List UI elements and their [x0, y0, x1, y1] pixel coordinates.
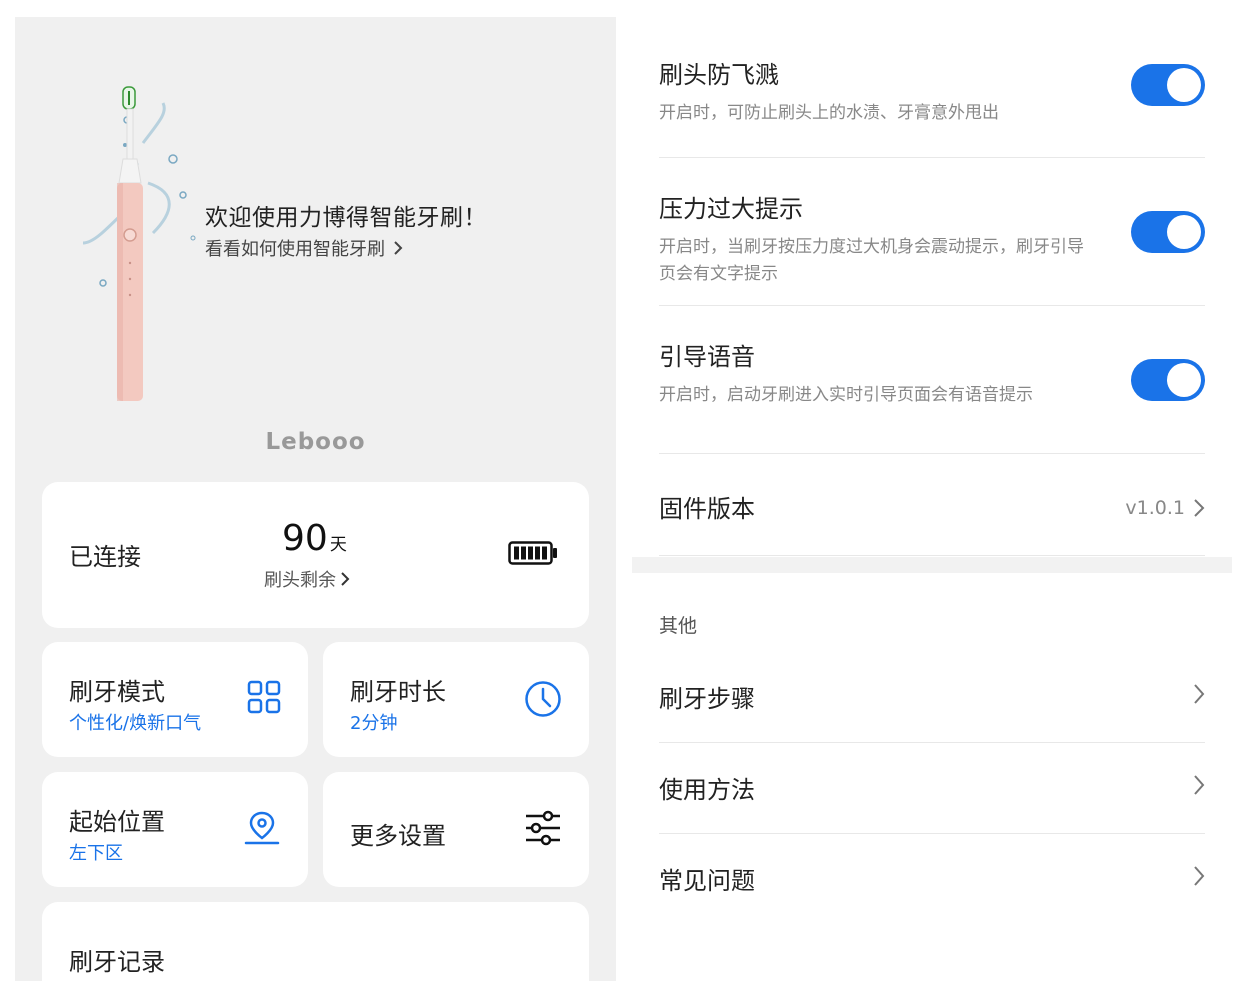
head-days-remaining: 90 天 — [282, 518, 347, 559]
connection-status: 已连接 — [69, 543, 141, 571]
location-pin-icon — [244, 811, 280, 845]
firmware-version-title: 固件版本 — [659, 495, 755, 523]
start-position-title: 起始位置 — [69, 808, 165, 836]
brush-records-title: 刷牙记录 — [69, 948, 165, 976]
start-position-tile[interactable]: 起始位置 左下区 — [42, 772, 308, 887]
chevron-right-icon — [1194, 866, 1205, 886]
status-card: 已连接 90 天 刷头剩余 — [42, 482, 589, 628]
more-settings-tile[interactable]: 更多设置 — [323, 772, 589, 887]
head-remaining-label: 刷头剩余 — [264, 570, 336, 591]
welcome-title: 欢迎使用力博得智能牙刷！ — [205, 205, 487, 231]
toggle-knob — [1167, 68, 1201, 102]
brush-steps-item[interactable]: 刷牙步骤 — [659, 677, 1205, 717]
settings-panel: 刷头防飞溅 开启时，可防止刷头上的水渍、牙膏意外甩出 压力过大提示 开启时，当刷… — [632, 17, 1232, 981]
voice-guide-desc: 开启时，启动牙刷进入实时引导页面会有语音提示 — [659, 385, 1033, 405]
divider — [659, 833, 1205, 834]
more-settings-title: 更多设置 — [350, 822, 446, 850]
brush-duration-tile[interactable]: 刷牙时长 2分钟 — [323, 642, 589, 757]
grid-icon — [247, 680, 281, 714]
pressure-alert-desc: 开启时，当刷牙按压力度过大机身会震动提示，刷牙引导页会有文字提示 — [659, 237, 1084, 284]
section-separator — [632, 557, 1232, 573]
divider — [659, 453, 1205, 454]
firmware-version-row[interactable]: 固件版本 v1.0.1 — [659, 489, 1205, 529]
brush-mode-title: 刷牙模式 — [69, 678, 165, 706]
splash-guard-desc: 开启时，可防止刷头上的水渍、牙膏意外甩出 — [659, 103, 999, 123]
pressure-alert-setting: 压力过大提示 开启时，当刷牙按压力度过大机身会震动提示，刷牙引导页会有文字提示 — [659, 189, 1205, 288]
clock-icon — [525, 681, 561, 717]
brush-mode-tile[interactable]: 刷牙模式 个性化/焕新口气 — [42, 642, 308, 757]
splash-guard-setting: 刷头防飞溅 开启时，可防止刷头上的水渍、牙膏意外甩出 — [659, 55, 1205, 127]
chevron-right-icon — [341, 572, 350, 586]
chevron-right-icon — [394, 241, 403, 255]
brand-logo: Lebooo — [265, 429, 366, 455]
voice-guide-toggle[interactable] — [1131, 359, 1205, 401]
firmware-version-value: v1.0.1 — [1125, 497, 1185, 519]
days-unit: 天 — [329, 535, 347, 555]
battery-icon — [508, 541, 557, 565]
start-position-value: 左下区 — [69, 843, 123, 864]
divider — [659, 555, 1205, 556]
brush-mode-value: 个性化/焕新口气 — [69, 713, 202, 734]
faq-item[interactable]: 常见问题 — [659, 859, 1205, 899]
pressure-alert-toggle[interactable] — [1131, 211, 1205, 253]
brush-duration-title: 刷牙时长 — [350, 678, 446, 706]
usage-method-label: 使用方法 — [659, 776, 755, 804]
voice-guide-setting: 引导语音 开启时，启动牙刷进入实时引导页面会有语音提示 — [659, 337, 1205, 409]
divider — [659, 305, 1205, 306]
other-section-title: 其他 — [659, 615, 698, 637]
divider — [659, 157, 1205, 158]
splash-guard-title: 刷头防飞溅 — [659, 61, 779, 89]
firmware-version-value-group: v1.0.1 — [1125, 497, 1205, 519]
chevron-right-icon — [1194, 775, 1205, 795]
splash-guard-toggle[interactable] — [1131, 64, 1205, 106]
device-panel: 欢迎使用力博得智能牙刷！ 看看如何使用智能牙刷 Lebooo 已连接 90 天 刷… — [15, 17, 616, 981]
usage-method-item[interactable]: 使用方法 — [659, 768, 1205, 808]
toothbrush-image — [82, 83, 203, 405]
voice-guide-title: 引导语音 — [659, 343, 755, 371]
faq-label: 常见问题 — [659, 867, 755, 895]
pressure-alert-title: 压力过大提示 — [659, 195, 803, 223]
toggle-knob — [1167, 363, 1201, 397]
divider — [659, 742, 1205, 743]
brush-steps-label: 刷牙步骤 — [659, 685, 755, 713]
usage-guide-label: 看看如何使用智能牙刷 — [205, 239, 385, 260]
head-remaining-link[interactable]: 刷头剩余 — [264, 566, 350, 592]
sliders-icon — [526, 810, 560, 846]
chevron-right-icon — [1194, 499, 1205, 517]
toggle-knob — [1167, 215, 1201, 249]
chevron-right-icon — [1194, 684, 1205, 704]
brush-duration-value: 2分钟 — [350, 713, 398, 734]
brush-records-card[interactable]: 刷牙记录 — [42, 902, 589, 981]
usage-guide-link[interactable]: 看看如何使用智能牙刷 — [205, 235, 403, 261]
